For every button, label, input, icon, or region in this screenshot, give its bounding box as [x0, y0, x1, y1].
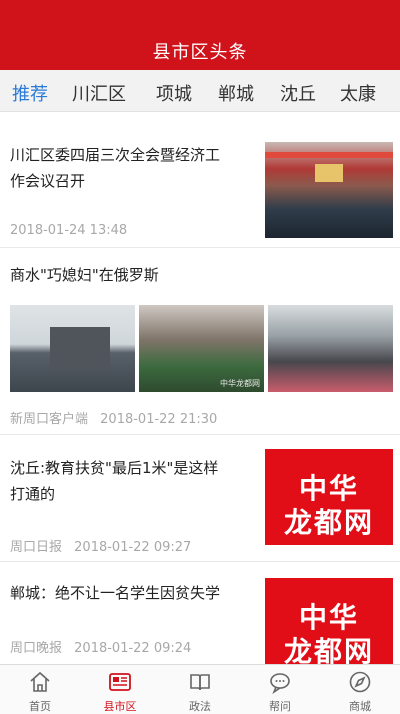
news-source: 周口日报 [10, 540, 63, 555]
news-meta: 周口日报 2018-01-22 09:27 [10, 536, 191, 555]
news-item[interactable]: 郸城：绝不让一名学生因贫失学 周口晚报 2018-01-22 09:24 中华 … [0, 564, 400, 664]
news-title: 川汇区委四届三次全会暨经济工 作会议召开 [10, 142, 260, 194]
news-meta: 周口晚报 2018-01-22 09:24 [10, 637, 191, 656]
news-title: 商水"巧媳妇"在俄罗斯 [10, 266, 159, 284]
tabbar-county[interactable]: 县市区 [80, 665, 160, 714]
tabbar-label: 商城 [349, 700, 371, 713]
logo-line: 龙都网 [283, 506, 374, 539]
page-title: 县市区头条 [152, 42, 248, 63]
truck-shape [50, 327, 110, 369]
tabbar-label: 政法 [189, 700, 211, 713]
tabbar-label: 县市区 [103, 700, 137, 713]
tab-shenqiu[interactable]: 沈丘 [280, 80, 316, 106]
tab-taikang[interactable]: 太康 [340, 80, 376, 106]
news-time: 2018-01-24 13:48 [10, 223, 128, 238]
news-thumbnail: 中华龙都网 [139, 305, 264, 392]
news-thumbnail [265, 142, 393, 238]
banner-decoration [265, 152, 393, 158]
news-source: 新周口客户端 [10, 412, 89, 427]
logo-line: 龙都网 [283, 635, 374, 664]
app-header: 县市区头条 [0, 0, 400, 70]
tab-xiangcheng[interactable]: 项城 [156, 80, 192, 106]
news-title: 沈丘:教育扶贫"最后1米"是这样 打通的 [10, 455, 265, 507]
bottom-tabbar: 首页 县市区 政法 帮问 商城 [0, 664, 400, 714]
news-time: 2018-01-22 09:27 [74, 540, 192, 555]
news-title-line: 作会议召开 [10, 172, 86, 190]
tab-chuanhui[interactable]: 川汇区 [72, 80, 126, 106]
tabbar-help[interactable]: 帮问 [240, 665, 320, 714]
photo-watermark: 中华龙都网 [220, 379, 260, 388]
news-time: 2018-01-22 09:24 [74, 641, 192, 656]
tabbar-mall[interactable]: 商城 [320, 665, 400, 714]
site-logo: 中华 龙都网 [265, 449, 393, 545]
news-thumbnail [10, 305, 135, 392]
tabbar-home[interactable]: 首页 [0, 665, 80, 714]
newspaper-icon [109, 673, 131, 691]
news-item[interactable]: 商水"巧媳妇"在俄罗斯 中华龙都网 新周口客户端 2018-01-22 21:3… [0, 250, 400, 435]
news-time: 2018-01-22 21:30 [100, 412, 218, 427]
book-icon [190, 674, 210, 691]
news-title: 郸城：绝不让一名学生因贫失学 [10, 584, 221, 602]
compass-icon [349, 671, 371, 693]
news-meta: 新周口客户端 2018-01-22 21:30 [10, 408, 217, 427]
tab-recommend[interactable]: 推荐 [12, 80, 48, 106]
tabbar-law[interactable]: 政法 [160, 665, 240, 714]
chat-bubble-icon [270, 673, 290, 694]
home-icon [30, 671, 50, 692]
news-item[interactable]: 沈丘:教育扶贫"最后1米"是这样 打通的 周口日报 2018-01-22 09:… [0, 437, 400, 562]
tab-dancheng[interactable]: 郸城 [218, 80, 254, 106]
news-title-line: 川汇区委四届三次全会暨经济工 [10, 146, 221, 164]
news-item[interactable]: 川汇区委四届三次全会暨经济工 作会议召开 2018-01-24 13:48 [0, 130, 400, 248]
site-logo: 中华 龙都网 [265, 578, 393, 664]
category-tabs: 推荐 川汇区 项城 郸城 沈丘 太康 [0, 70, 400, 112]
tabbar-label: 帮问 [269, 700, 291, 713]
news-source: 周口晚报 [10, 641, 63, 656]
news-title-line: 打通的 [10, 485, 56, 503]
news-thumbnail [268, 305, 393, 392]
tabbar-label: 首页 [29, 700, 51, 713]
emblem-decoration [315, 164, 343, 182]
news-title-line: 沈丘:教育扶贫"最后1米"是这样 [10, 459, 219, 477]
